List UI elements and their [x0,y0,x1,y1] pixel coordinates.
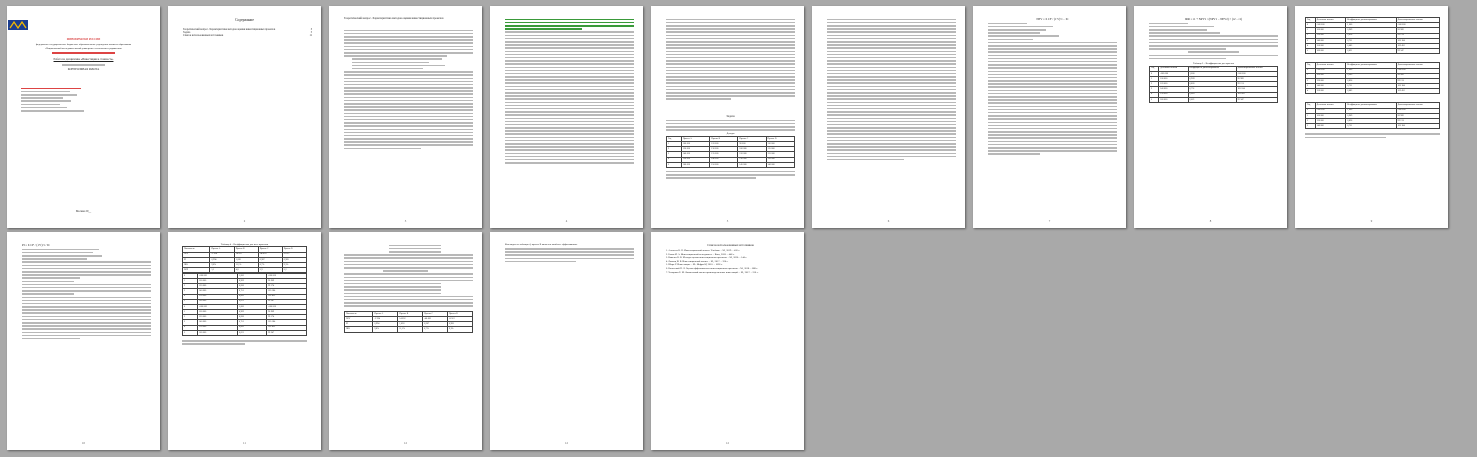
page-number: 12 [404,441,407,445]
cover-city: Москва 20__ [75,210,92,213]
page-theory-3[interactable]: Задача Доходы Год Проект A Проект B Проект … [651,6,804,228]
table-row: 5 160 000 0,621 99 347 [1148,96,1279,103]
page-cover[interactable]: МИНОБРНАУКИ РОССИИ федеральное государст… [7,6,160,228]
page-number: 2 [243,219,246,223]
project-table-c: Год Денежные потоки Коэффициент дисконтиро… [1305,102,1441,130]
page-task-6[interactable]: Таблица 4 – Коэффициенты для всех проект… [168,232,321,450]
task-section: Задача Доходы Год Проект A Проект B Проект … [666,114,796,181]
page-toc[interactable]: Содержание Теоретический вопрос. Характе… [168,6,321,228]
cover-student-info [21,86,91,113]
page-task-7[interactable]: Показатель Проект A Проект B Проект C Проект… [329,232,482,450]
page-number: 3 [404,219,407,223]
task-body-1 [827,17,956,162]
page-number: 5 [726,219,729,223]
page-number: 9 [1370,219,1373,223]
page-number: 6 [887,219,890,223]
theory-body [344,28,473,151]
project-table-b: Год Денежные потоки Коэффициент дисконтиро… [1305,62,1441,95]
page-number: 11 [243,441,246,445]
page-number: 12 [726,441,729,445]
npv-formula: NPV = Σ CF / (1+r)^t − IC [1036,17,1069,21]
summary-table-continued: 0 -500 000 1,000 -500 000 1 100 000 0,909 90 9… [181,272,307,337]
conclusion-text: Как видно из таблицы 4, проект B являетс… [505,243,578,246]
project-table-a: Год Денежные потоки Коэффициент дисконтиро… [1305,16,1441,55]
pi-formula: PI = Σ CF / (1+r)^t / IC [22,243,51,247]
theory-body-2 [505,17,634,165]
work-type: КОНТРОЛЬНАЯ РАБОТА [67,67,100,71]
university-logo-icon [8,20,28,30]
ministry-text: МИНОБРНАУКИ РОССИИ [66,38,101,41]
page-conclusion[interactable]: Как видно из таблицы 4, проект B являетс… [490,232,643,450]
page-task-5[interactable]: PI = Σ CF / (1+r)^t / IC 10 [7,232,160,450]
task-heading: Задача [726,114,735,118]
result-table: Показатель Проект A Проект B Проект C Проект… [343,310,474,333]
page-theory-1[interactable]: Теоретический вопрос. Характеристика мет… [329,6,482,228]
toc-title: Содержание [235,18,254,22]
page-task-1[interactable]: 6 [812,6,965,228]
theory-body-3 [666,17,795,102]
toc-item[interactable]: Список использованных источников 11 [183,34,312,37]
cover-header: МИНОБРНАУКИ РОССИИ федеральное государст… [7,18,160,55]
sources-heading: Список использованных источников [707,243,754,247]
irr-formula: IRR = r1 + NPV1 / (NPV1 − NPV2) × (r2 − … [1184,17,1243,21]
theory-heading: Теоретический вопрос. Характеристика мет… [344,17,444,20]
page-task-4[interactable]: Год Денежные потоки Коэффициент дисконтиро… [1295,6,1448,228]
income-table: Год Проект A Проект B Проект C Проект D 1 100… [666,135,796,168]
task-body-5: PI = Σ CF / (1+r)^t / IC [22,243,151,341]
page-number: 7 [1048,219,1051,223]
task-body-4: Год Денежные потоки Коэффициент дисконтиро… [1305,16,1441,140]
page-task-2[interactable]: NPV = Σ CF / (1+r)^t − IC 7 [973,6,1126,228]
page-number: 12 [565,441,568,445]
university-line2: «Национальный исследовательский универси… [44,47,123,50]
work-title: Работа по дисциплине «Инвестиции и стоим… [53,58,114,61]
page-task-3[interactable]: IRR = r1 + NPV1 / (NPV1 − NPV2) × (r2 − … [1134,6,1287,228]
task-body-2: NPV = Σ CF / (1+r)^t − IC [988,17,1117,157]
university-line1: федеральное государственное бюджетное об… [35,43,132,46]
summary-table: Показатель Проект A Проект B Проект C Проект… [181,246,308,274]
task-body-7: Показатель Проект A Проект B Проект C Проект… [343,243,474,333]
toc-list: Теоретический вопрос. Характеристика мет… [183,28,312,38]
task-body-3: IRR = r1 + NPV1 / (NPV1 − NPV2) × (r2 − … [1148,17,1279,103]
sources-section: Список использованных источников 1. Алек… [666,243,795,274]
discount-table: Год Денежные потоки Коэффициент дисконтиро… [1148,65,1279,103]
source-item: 7. Четыркин Е. М. Финансовый анализ прои… [666,270,759,274]
conclusion-body: Как видно из таблицы 4, проект B являетс… [505,243,634,264]
page-number: 10 [82,441,85,445]
page-theory-2[interactable]: 4 [490,6,643,228]
table-row: 5 160 000 150 000 145 000 140 000 [666,161,796,168]
page-number: 8 [1209,219,1212,223]
document-viewer[interactable]: МИНОБРНАУКИ РОССИИ федеральное государст… [0,0,1477,457]
task-body-6: Таблица 4 – Коэффициенты для всех проект… [181,243,308,346]
page-number: 4 [565,219,568,223]
page-sources[interactable]: Список использованных источников 1. Алек… [651,232,804,450]
